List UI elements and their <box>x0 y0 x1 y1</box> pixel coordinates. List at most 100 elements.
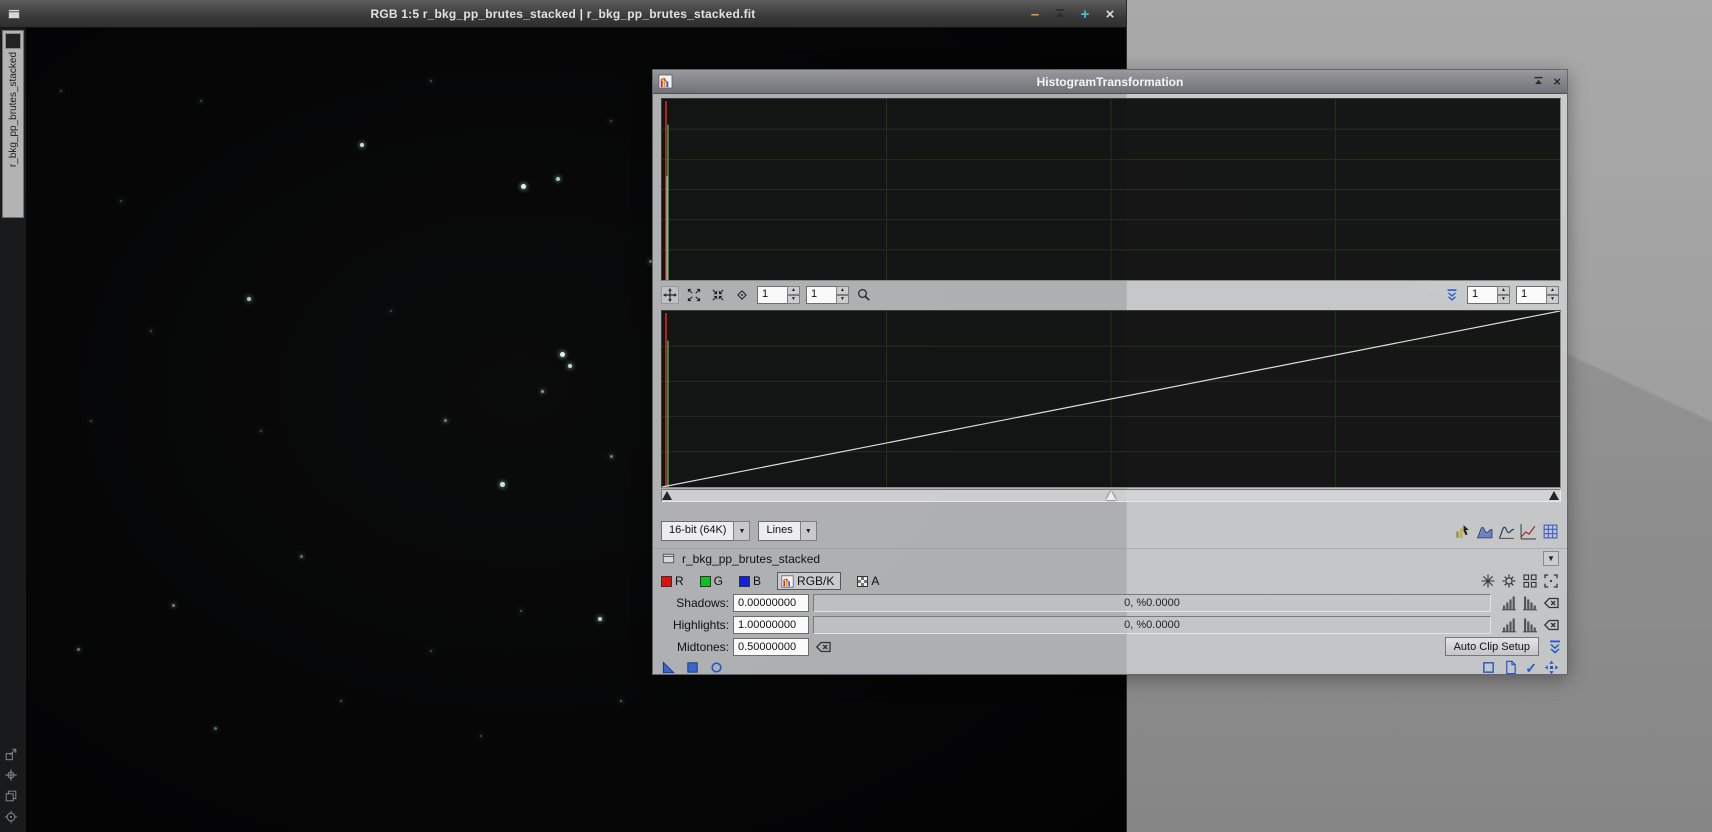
export-icon[interactable] <box>4 747 18 761</box>
magnifier-icon[interactable] <box>855 286 873 304</box>
view-name: r_bkg_pp_brutes_stacked <box>682 551 821 566</box>
crosshair-icon[interactable] <box>4 768 18 782</box>
clip-high-histogram-icon[interactable] <box>1522 595 1538 611</box>
star <box>60 90 62 92</box>
highlights-input[interactable] <box>733 616 809 634</box>
corners-icon[interactable] <box>1543 573 1559 589</box>
view-dropdown-icon[interactable]: ▼ <box>1543 551 1559 566</box>
readout-mode-icon[interactable] <box>733 286 751 304</box>
backspace-icon[interactable] <box>815 639 831 655</box>
dialog-titlebar[interactable]: HistogramTransformation × <box>653 70 1567 94</box>
grid-cells-icon[interactable] <box>1522 573 1538 589</box>
clip-low-histogram-icon[interactable] <box>1501 617 1517 633</box>
expand-section-icon[interactable] <box>1547 639 1563 655</box>
view-window-icon <box>661 551 676 566</box>
histogram-slider-strip[interactable] <box>661 489 1561 502</box>
image-window-titlebar[interactable]: RGB 1:5 r_bkg_pp_brutes_stacked | r_bkg_… <box>0 0 1126 28</box>
channel-b[interactable]: B <box>739 574 761 588</box>
star <box>620 700 623 703</box>
spin-down-icon[interactable]: ▼ <box>836 295 849 304</box>
view-selector-row[interactable]: r_bkg_pp_brutes_stacked ▼ <box>653 548 1567 568</box>
readout-v-spinner[interactable]: 1 ▲ ▼ <box>1516 286 1559 304</box>
readout-h-spinner[interactable]: 1 ▲ ▼ <box>1467 286 1510 304</box>
plot-style-select[interactable]: Lines ▼ <box>758 521 817 541</box>
shadows-marker[interactable] <box>662 491 672 500</box>
line-chart-icon[interactable] <box>1520 523 1537 540</box>
spin-up-icon[interactable]: ▲ <box>1497 286 1510 295</box>
pan-mode-icon[interactable] <box>661 286 679 304</box>
channel-r[interactable]: R <box>661 574 684 588</box>
bit-depth-select[interactable]: 16-bit (64K) ▼ <box>661 521 751 541</box>
cascade-windows-icon[interactable] <box>4 789 18 803</box>
mini-histogram-icon <box>781 575 794 588</box>
outline-histogram-icon[interactable] <box>1498 523 1515 540</box>
readout-expand-icon[interactable] <box>1443 286 1461 304</box>
zoom-icon[interactable]: + <box>1077 6 1093 23</box>
chevron-down-icon[interactable]: ▼ <box>733 521 751 541</box>
shade-icon[interactable] <box>1052 6 1068 22</box>
bit-depth-value[interactable]: 16-bit (64K) <box>661 521 734 541</box>
apply-icon[interactable] <box>685 660 700 675</box>
snowflake-icon[interactable] <box>1480 573 1496 589</box>
spin-down-icon[interactable]: ▼ <box>1546 295 1559 304</box>
clip-low-histogram-icon[interactable] <box>1501 595 1517 611</box>
browse-documentation-icon[interactable] <box>1503 660 1518 675</box>
target-icon[interactable] <box>4 810 18 824</box>
horizontal-zoom-spinner[interactable]: 1 ▲ ▼ <box>757 286 800 304</box>
zoom-out-icon[interactable] <box>709 286 727 304</box>
grid-toggle-icon[interactable] <box>1542 523 1559 540</box>
input-histogram-plot[interactable] <box>661 310 1561 488</box>
midtones-label: Midtones: <box>676 640 729 654</box>
roll-up-icon[interactable] <box>1532 75 1545 88</box>
cursor-chart-icon[interactable] <box>1454 523 1471 540</box>
plot-style-value[interactable]: Lines <box>758 521 800 541</box>
close-icon[interactable]: × <box>1102 6 1118 23</box>
edit-instance-icon[interactable] <box>1481 660 1496 675</box>
spin-up-icon[interactable]: ▲ <box>836 286 849 295</box>
vertical-zoom-value[interactable]: 1 <box>806 286 836 304</box>
image-window-title: RGB 1:5 r_bkg_pp_brutes_stacked | r_bkg_… <box>370 6 756 21</box>
spin-down-icon[interactable]: ▼ <box>1497 295 1510 304</box>
minimize-icon[interactable]: – <box>1027 6 1043 23</box>
star <box>360 143 364 147</box>
shadows-input[interactable] <box>733 594 809 612</box>
backspace-icon[interactable] <box>1543 595 1559 611</box>
clip-high-histogram-icon[interactable] <box>1522 617 1538 633</box>
backspace-icon[interactable] <box>1543 617 1559 633</box>
shadows-clipping-readout: 0, %0.0000 <box>813 594 1491 612</box>
star <box>556 177 560 181</box>
channel-g[interactable]: G <box>699 574 723 588</box>
spin-up-icon[interactable]: ▲ <box>787 286 800 295</box>
midtones-input[interactable] <box>733 638 809 656</box>
readout-h-value[interactable]: 1 <box>1467 286 1497 304</box>
image-tab[interactable]: r_bkg_pp_brutes_stacked <box>2 30 24 218</box>
readout-v-value[interactable]: 1 <box>1516 286 1546 304</box>
shadows-row: Shadows: 0, %0.0000 <box>653 593 1567 613</box>
midtones-marker[interactable] <box>1106 491 1116 500</box>
spin-down-icon[interactable]: ▼ <box>787 295 800 304</box>
filled-histogram-icon[interactable] <box>1476 523 1493 540</box>
star <box>430 650 432 652</box>
horizontal-zoom-value[interactable]: 1 <box>757 286 787 304</box>
vertical-zoom-spinner[interactable]: 1 ▲ ▼ <box>806 286 849 304</box>
spin-up-icon[interactable]: ▲ <box>1546 286 1559 295</box>
chevron-down-icon[interactable]: ▼ <box>799 521 817 541</box>
execute-check-icon[interactable]: ✓ <box>1525 661 1537 675</box>
real-time-preview-icon[interactable] <box>709 660 724 675</box>
reset-icon[interactable] <box>1544 660 1559 675</box>
channel-a[interactable]: A <box>857 574 879 588</box>
channel-a-label: A <box>871 574 880 588</box>
channel-rgbk[interactable]: RGB/K <box>777 572 842 590</box>
green-swatch-icon <box>699 575 711 587</box>
auto-clip-setup-button[interactable]: Auto Clip Setup <box>1444 637 1539 656</box>
desktop: RGB 1:5 r_bkg_pp_brutes_stacked | r_bkg_… <box>0 0 1712 832</box>
shadows-label: Shadows: <box>676 596 729 610</box>
dialog-action-bar: ✓ <box>653 659 1567 676</box>
dialog-close-icon[interactable]: × <box>1553 74 1561 89</box>
new-instance-icon[interactable] <box>661 660 676 675</box>
output-histogram-plot[interactable] <box>661 98 1561 281</box>
zoom-to-fit-icon[interactable] <box>685 286 703 304</box>
gear-icon[interactable] <box>1501 573 1517 589</box>
star <box>568 364 572 368</box>
highlights-marker[interactable] <box>1549 491 1559 500</box>
